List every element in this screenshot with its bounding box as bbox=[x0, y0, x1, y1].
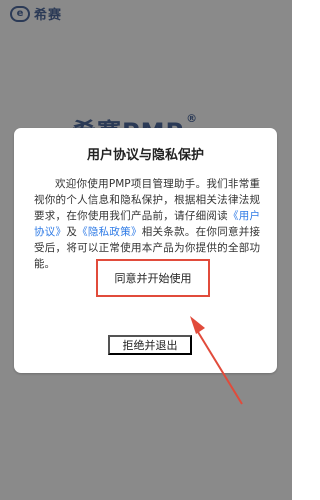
dialog-body-and: 及 bbox=[66, 226, 78, 238]
screen-overlay: e 希赛 希赛PMP® 用户协议与隐私保护 欢迎你使用PMP项目管理助手。我们非… bbox=[0, 0, 292, 500]
brand-logo-icon: e bbox=[10, 5, 30, 22]
dialog-body-text-1: 欢迎你使用PMP项目管理助手。我们非常重视你的个人信息和隐私保护，根据相关法律法… bbox=[34, 178, 260, 222]
background-title-registered-mark: ® bbox=[186, 112, 199, 125]
agree-and-start-button[interactable]: 同意并开始使用 bbox=[96, 259, 210, 297]
brand-logo-letter: e bbox=[16, 7, 24, 19]
dialog-title: 用户协议与隐私保护 bbox=[86, 148, 204, 163]
brand-name: 希赛 bbox=[34, 8, 63, 23]
dialog-body: 欢迎你使用PMP项目管理助手。我们非常重视你的个人信息和隐私保护，根据相关法律法… bbox=[34, 176, 260, 272]
reject-and-exit-button[interactable]: 拒绝并退出 bbox=[108, 335, 192, 355]
brand: e 希赛 bbox=[10, 4, 62, 23]
privacy-policy-link[interactable]: 《隐私政策》 bbox=[77, 226, 142, 238]
